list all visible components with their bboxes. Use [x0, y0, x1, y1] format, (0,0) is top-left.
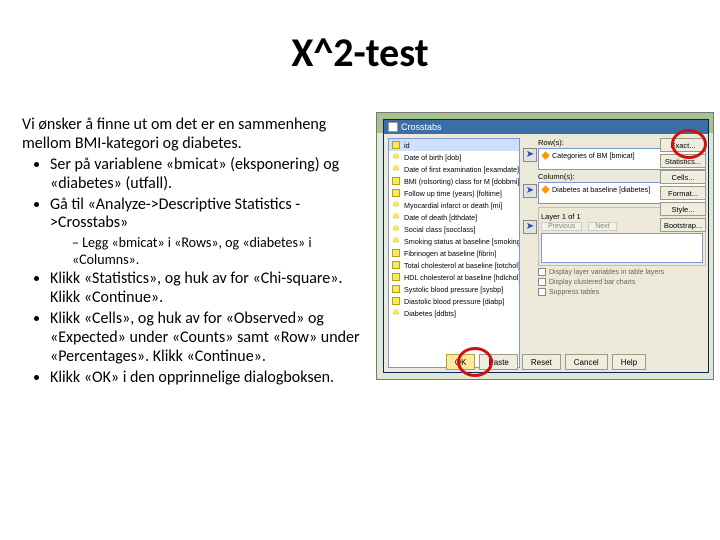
paste-button[interactable]: Paste: [479, 354, 517, 370]
display-layer-checkbox[interactable]: Display layer variables in table layers: [538, 268, 706, 276]
intro-paragraph: Vi ønsker å finne ut om det er en sammen…: [22, 116, 374, 154]
bullet-item: Klikk «Statistics», og huk av for «Chi-s…: [50, 270, 374, 308]
nominal-icon: [391, 164, 401, 174]
variable-row[interactable]: Social class [socclass]: [389, 223, 519, 235]
move-to-layer-button[interactable]: ➤: [523, 220, 537, 234]
variable-row[interactable]: id: [389, 139, 519, 151]
bullet-text: Gå til «Analyze->Descriptive Statistics …: [50, 195, 300, 233]
variable-row[interactable]: Date of first examination [examdate]: [389, 163, 519, 175]
spss-screenshot: Crosstabs id Date of birth [dob] Date of f…: [376, 112, 714, 380]
bottom-button-bar: OK Paste Reset Cancel Help: [384, 354, 708, 370]
slide-title: X^2-test: [0, 28, 720, 77]
help-button[interactable]: Help: [612, 354, 646, 370]
variable-row[interactable]: Smoking status at baseline [smoking]: [389, 235, 519, 247]
variable-label: Date of death [dthdate]: [404, 213, 477, 222]
bullet-item: Ser på variablene «bmicat» (eksponering)…: [50, 156, 374, 194]
layer-box[interactable]: [541, 233, 703, 263]
scale-icon: [391, 188, 401, 198]
suppress-tables-checkbox[interactable]: Suppress tables: [538, 288, 706, 296]
variable-label: Diastolic blood pressure [diabp]: [404, 297, 504, 306]
variable-label: Systolic blood pressure [sysbp]: [404, 285, 503, 294]
bullet-item: Klikk «Cells», og huk av for «Observed» …: [50, 310, 374, 367]
nominal-icon: [391, 308, 401, 318]
nominal-icon: [391, 200, 401, 210]
statistics-button[interactable]: Statistics...: [660, 154, 706, 168]
crosstabs-dialog: Crosstabs id Date of birth [dob] Date of f…: [383, 119, 709, 373]
cancel-button[interactable]: Cancel: [565, 354, 608, 370]
body-text: Vi ønsker å finne ut om det er en sammen…: [22, 116, 374, 390]
variable-label: Smoking status at baseline [smoking]: [404, 237, 520, 246]
scale-icon: [391, 272, 401, 282]
variable-row[interactable]: BMI (rolsorting) class for M [dobbmi]: [389, 175, 519, 187]
variable-row[interactable]: HDL cholesterol at baseline [hdlchol]: [389, 271, 519, 283]
scale-icon: [391, 140, 401, 150]
variable-label: id: [404, 141, 410, 150]
variable-label: HDL cholesterol at baseline [hdlchol]: [404, 273, 520, 282]
variable-label: Date of first examination [examdate]: [404, 165, 519, 174]
variable-label: Total cholesterol at baseline [totchol]: [404, 261, 520, 270]
scale-icon: [391, 248, 401, 258]
variable-label: Myocardial infarct or death [mi]: [404, 201, 502, 210]
move-to-rows-button[interactable]: ➤: [523, 148, 537, 162]
ok-button[interactable]: OK: [446, 354, 476, 370]
bullet-item: Klikk «OK» i den opprinnelige dialogboks…: [50, 369, 374, 388]
variable-row[interactable]: Fibrinogen at baseline [fibrin]: [389, 247, 519, 259]
nominal-icon: [391, 236, 401, 246]
variable-list[interactable]: id Date of birth [dob] Date of first exami…: [388, 138, 520, 368]
variable-row[interactable]: Date of birth [dob]: [389, 151, 519, 163]
move-to-columns-button[interactable]: ➤: [523, 184, 537, 198]
variable-row[interactable]: Systolic blood pressure [sysbp]: [389, 283, 519, 295]
layer-next-button[interactable]: Next: [588, 222, 616, 231]
reset-button[interactable]: Reset: [522, 354, 561, 370]
scale-icon: [391, 176, 401, 186]
variable-label: BMI (rolsorting) class for M [dobbmi]: [404, 177, 519, 186]
variable-row[interactable]: Date of death [dthdate]: [389, 211, 519, 223]
variable-row[interactable]: Total cholesterol at baseline [totchol]: [389, 259, 519, 271]
variable-label: Fibrinogen at baseline [fibrin]: [404, 249, 496, 258]
dialog-title: Crosstabs: [401, 122, 442, 132]
scale-icon: [391, 296, 401, 306]
sub-bullet-item: Legg «bmicat» i «Rows», og «diabetes» i …: [72, 235, 374, 268]
layer-prev-button[interactable]: Previous: [541, 222, 582, 231]
nominal-icon: [391, 224, 401, 234]
nominal-icon: [391, 212, 401, 222]
rows-item: 🔶 Categories of BM [bmicat]: [541, 151, 635, 160]
app-icon: [388, 122, 398, 132]
nominal-icon: [391, 152, 401, 162]
bootstrap-button[interactable]: Bootstrap...: [660, 218, 706, 232]
variable-label: Social class [socclass]: [404, 225, 476, 234]
variable-label: Follow up time (years) [foltime]: [404, 189, 502, 198]
variable-label: Diabetes [ddbts]: [404, 309, 456, 318]
scale-icon: [391, 284, 401, 294]
dialog-titlebar: Crosstabs: [384, 120, 708, 134]
cells-button[interactable]: Cells...: [660, 170, 706, 184]
format-button[interactable]: Format...: [660, 186, 706, 200]
style-button[interactable]: Style...: [660, 202, 706, 216]
side-buttons: Exact... Statistics... Cells... Format..…: [660, 138, 706, 232]
columns-item: 🔶 Diabetes at baseline [diabetes]: [541, 185, 650, 194]
clustered-bar-checkbox[interactable]: Display clustered bar charts: [538, 278, 706, 286]
variable-row[interactable]: Diastolic blood pressure [diabp]: [389, 295, 519, 307]
exact-button[interactable]: Exact...: [660, 138, 706, 152]
variable-label: Date of birth [dob]: [404, 153, 461, 162]
variable-row[interactable]: Diabetes [ddbts]: [389, 307, 519, 319]
variable-row[interactable]: Myocardial infarct or death [mi]: [389, 199, 519, 211]
variable-row[interactable]: Follow up time (years) [foltime]: [389, 187, 519, 199]
bullet-item: Gå til «Analyze->Descriptive Statistics …: [50, 196, 374, 269]
scale-icon: [391, 260, 401, 270]
